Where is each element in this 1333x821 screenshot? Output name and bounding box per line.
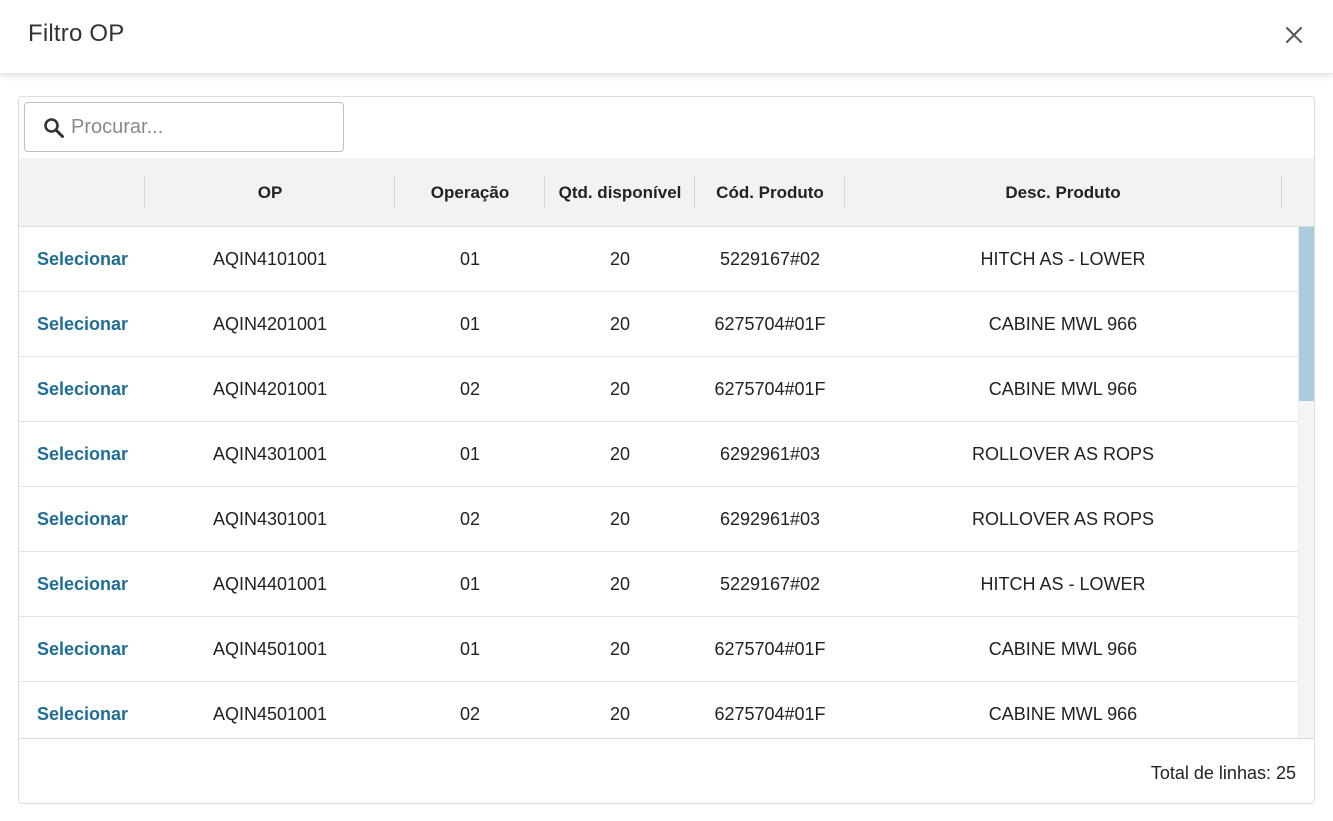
- dialog-header: Filtro OP: [0, 0, 1333, 74]
- cell-qtd-disponivel: 20: [609, 313, 631, 334]
- cell-qtd-disponivel: 20: [609, 248, 631, 269]
- cell-desc-produto: ROLLOVER AS ROPS: [971, 508, 1155, 529]
- grid-header: OP Operação Qtd. disponível Cód. Produto…: [19, 158, 1314, 227]
- search-icon: [44, 118, 64, 138]
- column-header-cod-produto[interactable]: Cód. Produto: [695, 158, 845, 227]
- grid-body: Selecionar AQIN4101001 01 20 5229167#02 …: [19, 227, 1298, 738]
- cell-cod-produto: 6275704#01F: [714, 313, 826, 334]
- cell-qtd-disponivel: 20: [609, 378, 631, 399]
- table-row: Selecionar AQIN4501001 02 20 6275704#01F…: [19, 682, 1298, 738]
- cell-desc-produto: ROLLOVER AS ROPS: [971, 443, 1155, 464]
- cell-cod-produto: 5229167#02: [719, 248, 821, 269]
- cell-operacao: 01: [459, 638, 481, 659]
- select-link[interactable]: Selecionar: [37, 552, 128, 616]
- cell-operacao: 01: [459, 573, 481, 594]
- cell-op: AQIN4501001: [212, 638, 328, 659]
- select-link[interactable]: Selecionar: [37, 617, 128, 681]
- cell-desc-produto: CABINE MWL 966: [988, 313, 1138, 334]
- table-row: Selecionar AQIN4301001 01 20 6292961#03 …: [19, 422, 1298, 487]
- cell-cod-produto: 6275704#01F: [714, 703, 826, 724]
- close-button[interactable]: [1281, 22, 1307, 48]
- select-link[interactable]: Selecionar: [37, 292, 128, 356]
- cell-operacao: 02: [459, 378, 481, 399]
- table-row: Selecionar AQIN4301001 02 20 6292961#03 …: [19, 487, 1298, 552]
- total-lines-label: Total de linhas: 25: [1150, 763, 1296, 783]
- select-link[interactable]: Selecionar: [37, 682, 128, 738]
- select-link[interactable]: Selecionar: [37, 357, 128, 421]
- cell-desc-produto: CABINE MWL 966: [988, 378, 1138, 399]
- cell-op: AQIN4201001: [212, 313, 328, 334]
- scrollbar-thumb[interactable]: [1299, 227, 1314, 401]
- select-link[interactable]: Selecionar: [37, 422, 128, 486]
- cell-op: AQIN4101001: [212, 248, 328, 269]
- cell-qtd-disponivel: 20: [609, 443, 631, 464]
- cell-operacao: 01: [459, 443, 481, 464]
- cell-op: AQIN4301001: [212, 443, 328, 464]
- cell-desc-produto: CABINE MWL 966: [988, 638, 1138, 659]
- cell-qtd-disponivel: 20: [609, 638, 631, 659]
- cell-cod-produto: 6275704#01F: [714, 378, 826, 399]
- cell-operacao: 01: [459, 313, 481, 334]
- cell-operacao: 01: [459, 248, 481, 269]
- cell-op: AQIN4401001: [212, 573, 328, 594]
- cell-desc-produto: HITCH AS - LOWER: [980, 573, 1146, 594]
- table-row: Selecionar AQIN4101001 01 20 5229167#02 …: [19, 227, 1298, 292]
- column-separator[interactable]: [1281, 176, 1282, 208]
- cell-operacao: 02: [459, 508, 481, 529]
- table-row: Selecionar AQIN4501001 01 20 6275704#01F…: [19, 617, 1298, 682]
- cell-qtd-disponivel: 20: [609, 508, 631, 529]
- cell-cod-produto: 6292961#03: [719, 508, 821, 529]
- cell-desc-produto: HITCH AS - LOWER: [980, 248, 1146, 269]
- cell-cod-produto: 6275704#01F: [714, 638, 826, 659]
- cell-operacao: 02: [459, 703, 481, 724]
- cell-qtd-disponivel: 20: [609, 703, 631, 724]
- column-header-operacao[interactable]: Operação: [395, 158, 545, 227]
- column-header-op[interactable]: OP: [145, 158, 395, 227]
- column-header-action[interactable]: [19, 158, 144, 227]
- vertical-scrollbar[interactable]: [1298, 227, 1314, 738]
- table-row: Selecionar AQIN4401001 01 20 5229167#02 …: [19, 552, 1298, 617]
- grid-footer: Total de linhas: 25: [19, 738, 1314, 803]
- select-link[interactable]: Selecionar: [37, 227, 128, 291]
- results-panel: OP Operação Qtd. disponível Cód. Produto…: [18, 96, 1315, 804]
- cell-cod-produto: 5229167#02: [719, 573, 821, 594]
- table-row: Selecionar AQIN4201001 02 20 6275704#01F…: [19, 357, 1298, 422]
- column-header-desc-produto[interactable]: Desc. Produto: [845, 158, 1281, 227]
- cell-op: AQIN4301001: [212, 508, 328, 529]
- cell-op: AQIN4501001: [212, 703, 328, 724]
- cell-cod-produto: 6292961#03: [719, 443, 821, 464]
- cell-qtd-disponivel: 20: [609, 573, 631, 594]
- dialog-title: Filtro OP: [28, 20, 125, 47]
- cell-desc-produto: CABINE MWL 966: [988, 703, 1138, 724]
- column-header-qtd-disponivel[interactable]: Qtd. disponível: [545, 158, 695, 227]
- select-link[interactable]: Selecionar: [37, 487, 128, 551]
- close-icon: [1286, 27, 1302, 43]
- table-row: Selecionar AQIN4201001 01 20 6275704#01F…: [19, 292, 1298, 357]
- cell-op: AQIN4201001: [212, 378, 328, 399]
- search-input[interactable]: [71, 103, 337, 151]
- search-box: [24, 102, 344, 152]
